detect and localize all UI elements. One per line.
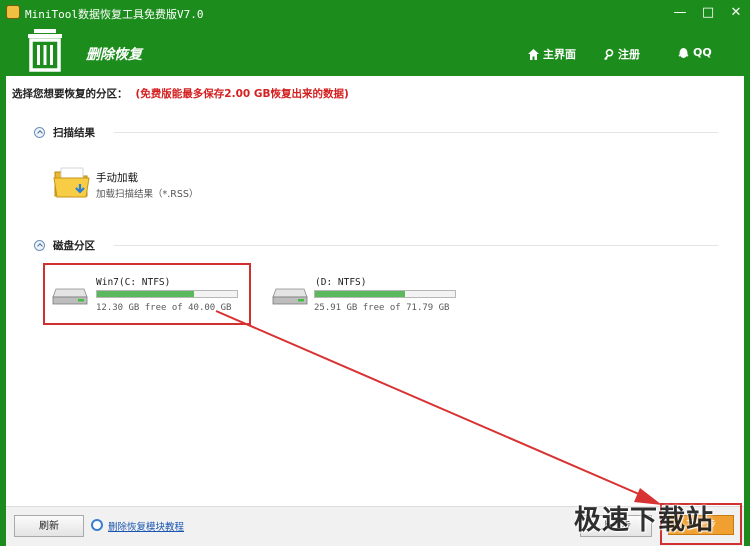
watermark: 极速下载站 (574, 505, 714, 536)
refresh-button[interactable]: 刷新 (14, 515, 84, 537)
tutorial-link[interactable]: 删除恢复模块教程 (108, 519, 184, 533)
app-window: MiniTool数据恢复工具免费版V7.0 — □ ✕ 删除恢复 主界面 注册 … (0, 0, 750, 546)
help-icon[interactable] (91, 519, 103, 531)
annotation-arrow (215, 310, 662, 505)
